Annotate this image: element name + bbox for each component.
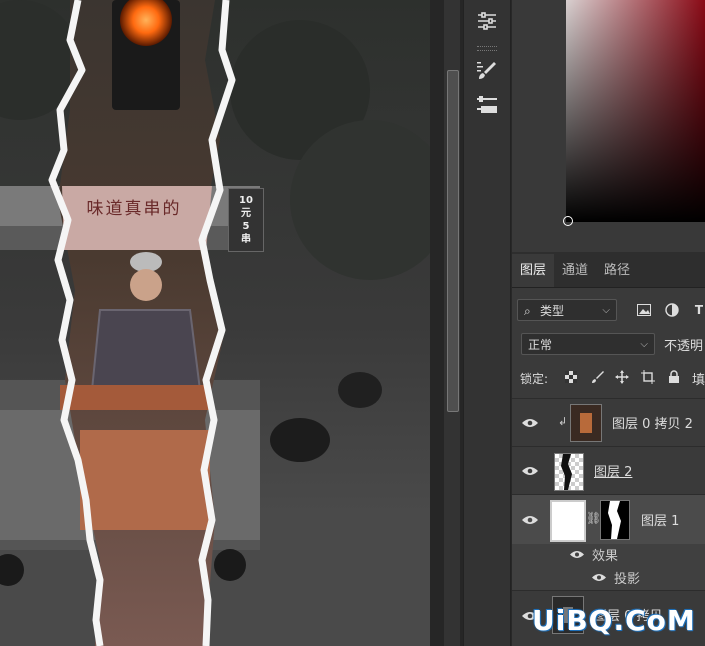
layer-row[interactable]: ↲ 图层 0 拷贝 2: [512, 398, 705, 447]
drop-shadow-visibility-eye-icon[interactable]: [592, 573, 606, 582]
effects-visibility-eye-icon[interactable]: [570, 550, 584, 559]
dock-grip[interactable]: [477, 46, 497, 51]
type-filter-icon[interactable]: T: [692, 302, 705, 318]
chevron-down-icon: ⌵: [602, 305, 610, 316]
price-sign-line: 元: [241, 208, 251, 219]
lock-label: 锁定:: [520, 372, 549, 386]
brush-settings-icon[interactable]: [472, 58, 502, 84]
visibility-eye-icon[interactable]: [522, 515, 538, 525]
layer-thumbnail[interactable]: [550, 500, 586, 542]
layer-thumbnail: [570, 404, 602, 442]
scrollbar-thumb[interactable]: [447, 70, 459, 412]
lock-all-icon[interactable]: [666, 369, 682, 385]
chevron-down-icon: ⌵: [640, 339, 648, 350]
adjustment-filter-icon[interactable]: [664, 302, 680, 318]
tab-paths[interactable]: 路径: [596, 254, 638, 287]
price-sign: 10 元 5 串: [228, 188, 264, 252]
layers-panel-tabs: 图层 通道 路径: [512, 252, 705, 288]
mask-link-icon[interactable]: ⛓: [586, 511, 601, 525]
lock-image-pixels-icon[interactable]: [590, 369, 606, 385]
layer-mask-thumbnail[interactable]: [600, 500, 630, 540]
image-filter-icon[interactable]: [636, 302, 652, 318]
adjustments-sliders-icon[interactable]: [472, 8, 502, 34]
visibility-eye-icon[interactable]: [522, 418, 538, 428]
effects-label: 效果: [592, 549, 619, 564]
layer-filter-label: 类型: [540, 304, 565, 318]
opacity-label: 不透明: [664, 339, 704, 354]
price-sign-line: 5: [242, 221, 250, 232]
canvas-vertical-scrollbar[interactable]: [444, 0, 460, 646]
layer-filter-select[interactable]: ⌕ 类型 ⌵: [517, 299, 617, 321]
stall-sign-text: 味道真串的: [86, 198, 182, 219]
lock-position-icon[interactable]: [614, 369, 630, 385]
layer-thumbnail: [554, 453, 584, 491]
effect-drop-shadow[interactable]: 投影: [614, 568, 640, 587]
document-canvas[interactable]: 味道真串的 10 元 5 串: [0, 0, 430, 646]
lock-transparent-pixels-icon[interactable]: [564, 370, 578, 384]
layer-name[interactable]: 图层 2: [594, 461, 632, 480]
layer-effects-group: 效果 投影: [512, 544, 705, 590]
search-icon: ⌕: [524, 304, 531, 318]
layers-panel: 图层 通道 路径 ⌕ 类型 ⌵ T 正常 ⌵ 不透明 锁定: 填 ↲ 图层 0 …: [512, 252, 705, 646]
fill-label: 填: [692, 373, 705, 388]
tab-layers[interactable]: 图层: [512, 254, 555, 287]
photo-artwork: [0, 0, 430, 646]
layer-row-selected[interactable]: ⛓ 图层 1: [512, 494, 705, 545]
site-watermark: UiBQ.CoM: [532, 604, 696, 637]
layer-name[interactable]: 图层 0 拷贝 2: [612, 413, 693, 432]
clipping-arrow-icon: ↲: [558, 415, 568, 428]
price-sign-line: 串: [241, 234, 251, 245]
color-picker-field[interactable]: [566, 0, 705, 222]
visibility-eye-icon[interactable]: [522, 466, 538, 476]
panel-icon-dock: [463, 0, 511, 646]
tool-presets-icon[interactable]: [472, 92, 502, 118]
blend-mode-select[interactable]: 正常 ⌵: [521, 333, 655, 355]
lock-artboard-icon[interactable]: [640, 369, 656, 385]
blend-mode-value: 正常: [528, 338, 553, 352]
color-picker-cursor[interactable]: [563, 216, 573, 226]
layer-row[interactable]: 图层 2: [512, 446, 705, 495]
price-sign-line: 10: [239, 195, 253, 206]
tab-channels[interactable]: 通道: [554, 254, 596, 287]
layer-name[interactable]: 图层 1: [641, 510, 679, 529]
